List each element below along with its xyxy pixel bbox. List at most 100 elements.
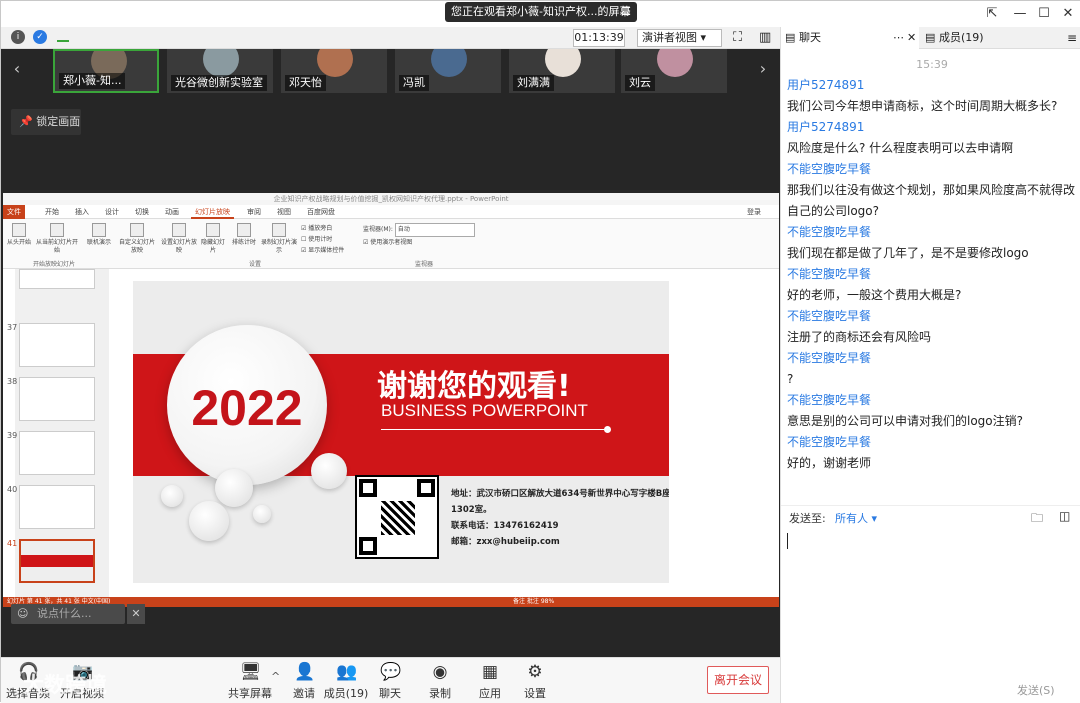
participant-tile[interactable]: 刘云 xyxy=(621,49,727,93)
message-sender: 用户5274891 xyxy=(787,78,865,92)
watermark: 大数跨境 xyxy=(23,673,107,697)
share-screen-button[interactable]: 🖥 共享屏幕 xyxy=(225,662,275,701)
leave-meeting-button[interactable]: 离开会议 xyxy=(707,666,769,694)
participant-tile[interactable]: 邓天怡 xyxy=(281,49,387,93)
meeting-timer: 01:13:39 xyxy=(573,29,625,47)
lock-screen-button[interactable]: 📌 锁定画面 xyxy=(11,109,81,135)
chat-panel: ▤ 聊天 ⋯ ✕ ▤ 成员(19) ≡ 15:39 用户5274891 我们公司… xyxy=(780,27,1080,703)
quick-chat-input[interactable]: ☺ 说点什么... ✕ xyxy=(11,604,145,624)
sidebar-toggle-icon[interactable]: ▥ xyxy=(759,30,771,45)
tab-chat[interactable]: ▤ 聊天 ⋯ ✕ xyxy=(781,27,919,49)
participant-tile[interactable]: 刘满满 xyxy=(509,49,615,93)
message-text: 意思是别的公司可以申请对我们的logo注销? xyxy=(787,414,1024,428)
sharing-banner[interactable]: 您正在观看郑小薇-知识产权...的屏幕 ☰ xyxy=(445,2,637,22)
gear-icon: ⚙ xyxy=(527,662,543,682)
ppt-monitor-group: 监视器(M): 自动 ☑ 使用演示者视图 xyxy=(363,223,475,249)
ppt-ribbon-button: 联机演示 xyxy=(83,223,115,247)
info-icon[interactable]: i xyxy=(11,30,25,44)
chat-button[interactable]: 💬 聊天 xyxy=(365,662,415,701)
slide-address-line2: 1302室。 xyxy=(451,505,492,515)
current-slide: 2022 谢谢您的观看! BUSINESS POWERPOINT 地址：武汉市硚… xyxy=(133,281,669,583)
fullscreen-icon[interactable]: ⛶ xyxy=(733,30,742,45)
chevron-right-icon[interactable]: › xyxy=(751,57,775,81)
message-sender: 不能空腹吃早餐 xyxy=(787,351,872,365)
members-button[interactable]: 👥 成员(19) xyxy=(321,662,371,701)
ppt-status-right: 备注 批注 98% xyxy=(513,598,555,605)
chevron-left-icon[interactable]: ‹ xyxy=(5,57,29,81)
ppt-ribbon-button: 从当前幻灯片开始 xyxy=(35,223,79,255)
slide-bubble xyxy=(161,485,183,507)
panel-tabs: ▤ 聊天 ⋯ ✕ ▤ 成员(19) ≡ xyxy=(781,27,1080,49)
lock-screen-label: 锁定画面 xyxy=(36,115,81,128)
pin-icon: 📌 xyxy=(19,115,33,128)
send-target-bar: 发送至: 所有人 ▾ 🗀 ◫ xyxy=(781,505,1080,527)
slide-thumb xyxy=(19,377,95,421)
participant-tile[interactable]: 郑小薇-知... xyxy=(53,49,159,93)
tab-members[interactable]: ▤ 成员(19) xyxy=(921,27,1061,49)
close-icon[interactable]: ✕ xyxy=(127,604,145,624)
message-text: 我们现在都是做了几年了，是不是要修改logo xyxy=(787,246,1029,260)
ppt-title-bar: 企业知识产权战略规划与价值挖掘_凯权网知识产权代理.pptx - PowerPo… xyxy=(3,193,779,205)
record-button[interactable]: ◉ 录制 xyxy=(415,662,465,701)
menu-icon[interactable]: ≡ xyxy=(1063,27,1080,49)
chat-input[interactable] xyxy=(781,527,1080,679)
send-to-label: 发送至: xyxy=(789,512,826,525)
menu-icon[interactable]: ☰ xyxy=(621,2,631,22)
slide-thumbnails: 37 38 39 40 41 xyxy=(7,269,109,599)
view-mode-select[interactable]: 演讲者视图 ▾ xyxy=(637,29,722,47)
avatar xyxy=(545,49,581,77)
apps-button[interactable]: ▦ 应用 xyxy=(465,662,515,701)
participant-strip: ‹ 郑小薇-知... 光谷微创新实验室 邓天怡 冯凯 刘满满 刘云 › xyxy=(1,49,780,95)
signal-icon[interactable] xyxy=(57,32,69,42)
ppt-tab: 设计 xyxy=(105,208,119,216)
slide-bubble xyxy=(253,505,271,523)
ppt-tab: 插入 xyxy=(75,208,89,216)
chat-messages: 15:39 用户5274891 我们公司今年想申请商标，这个时间周期大概多长? … xyxy=(787,55,1077,495)
ppt-group-label: 监视器 xyxy=(415,261,434,268)
close-icon[interactable]: ✕ xyxy=(1057,4,1079,24)
shield-icon[interactable]: ✓ xyxy=(33,30,47,44)
record-icon: ◉ xyxy=(432,662,448,682)
message-sender: 用户5274891 xyxy=(787,120,865,134)
settings-button[interactable]: ⚙ 设置 xyxy=(510,662,560,701)
slide-thumb-active xyxy=(19,539,95,583)
meeting-controls: 🎧 选择音频 📷 开启视频 🖥 共享屏幕 ^ 👤 邀请 👥 成员(19) 💬 聊天 ◉ 录制 … xyxy=(1,657,780,703)
slide-divider xyxy=(381,429,607,430)
users-icon: 👥 xyxy=(336,662,358,682)
qr-code xyxy=(355,475,439,559)
more-icon[interactable]: ⋯ xyxy=(893,27,904,49)
send-button[interactable]: 发送(S) xyxy=(1017,682,1055,698)
slide-subtitle: BUSINESS POWERPOINT xyxy=(381,401,588,420)
slide-divider-dot xyxy=(604,426,611,433)
participant-tile[interactable]: 光谷微创新实验室 xyxy=(167,49,273,93)
ppt-tab: 开始 xyxy=(45,208,59,216)
monitor-icon: 🖥 xyxy=(240,662,262,682)
message-sender: 不能空腹吃早餐 xyxy=(787,309,872,323)
title-bar: 您正在观看郑小薇-知识产权...的屏幕 ☰ ⇱ — ☐ ✕ xyxy=(1,1,1080,27)
participant-name: 冯凯 xyxy=(399,75,429,91)
sharing-banner-text: 您正在观看郑小薇-知识产权...的屏幕 xyxy=(451,5,631,18)
participant-name: 刘云 xyxy=(625,75,655,91)
ppt-ribbon-button: 从头开始 xyxy=(5,223,33,247)
participant-tile[interactable]: 冯凯 xyxy=(395,49,501,93)
ppt-ribbon-tabs: 文件 开始 插入 设计 切换 动画 幻灯片放映 审阅 视图 百度网盘 登录 xyxy=(3,205,779,219)
video-area: i ✓ 01:13:39 演讲者视图 ▾ ⛶ ▥ ‹ 郑小薇-知... 光谷微创… xyxy=(1,27,780,703)
view-mode-label: 演讲者视图 xyxy=(642,31,697,44)
recipient-select[interactable]: 所有人 ▾ xyxy=(835,510,877,526)
message-sender: 不能空腹吃早餐 xyxy=(787,267,872,281)
chat-timestamp: 15:39 xyxy=(916,58,948,71)
pin-icon[interactable]: ⇱ xyxy=(981,4,1003,24)
ppt-ribbon: 从头开始 从当前幻灯片开始 联机演示 自定义幻灯片放映 设置幻灯片放映 隐藏幻灯… xyxy=(3,219,779,269)
maximize-icon[interactable]: ☐ xyxy=(1033,4,1055,24)
slide-bubble xyxy=(311,453,347,489)
chat-icon: 💬 xyxy=(380,662,402,682)
close-icon[interactable]: ✕ xyxy=(907,27,916,49)
message-sender: 不能空腹吃早餐 xyxy=(787,435,872,449)
minimize-icon[interactable]: — xyxy=(1009,4,1031,24)
slide-address: 地址：武汉市硚口区解放大道634号新世界中心写字楼B座 xyxy=(451,489,669,499)
shared-screen: 企业知识产权战略规划与价值挖掘_凯权网知识产权代理.pptx - PowerPo… xyxy=(3,193,779,607)
slide-thanks: 谢谢您的观看! xyxy=(377,369,571,404)
participant-name: 邓天怡 xyxy=(285,75,326,91)
smile-icon: ☺ xyxy=(17,607,29,620)
screenshot-icon[interactable]: ◫ xyxy=(1059,509,1070,523)
